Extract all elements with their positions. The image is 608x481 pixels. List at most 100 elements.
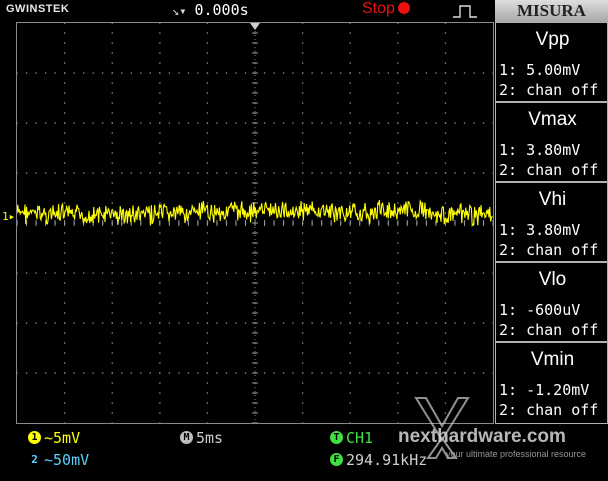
grid-dot — [340, 172, 342, 174]
measure-vmax[interactable]: Vmax 1: 3.80mV 2: chan off — [495, 102, 608, 182]
grid-dot — [35, 122, 37, 124]
grid-dot — [73, 122, 75, 124]
grid-dot — [444, 172, 447, 174]
grid-dot — [349, 412, 351, 414]
grid-dot — [111, 92, 113, 94]
ch2-scale-readout[interactable]: 2 ~50mV — [28, 451, 89, 469]
grid-dot — [302, 102, 304, 104]
grid-dot — [111, 152, 113, 154]
grid-dot — [368, 322, 370, 324]
grid-dot — [206, 332, 209, 334]
grid-dot — [349, 172, 351, 174]
grid-dot — [444, 232, 447, 234]
grid-dot — [263, 122, 266, 124]
grid-dot — [159, 62, 161, 64]
grid-dot — [235, 122, 237, 124]
grid-dot — [121, 372, 123, 374]
grid-dot — [435, 72, 437, 74]
grid-dot — [444, 92, 447, 94]
grid-dot — [206, 282, 209, 284]
grid-dot — [225, 122, 228, 124]
grid-dot — [92, 72, 94, 74]
trigger-position-marker[interactable] — [250, 23, 260, 30]
grid-dot — [349, 312, 351, 314]
grid-dot — [64, 322, 66, 324]
grid-dot — [216, 172, 218, 174]
measure-vpp[interactable]: Vpp 1: 5.00mV 2: chan off — [495, 22, 608, 102]
grid-dot — [197, 172, 199, 174]
grid-dot — [244, 372, 247, 374]
waveform-display[interactable] — [16, 22, 494, 424]
grid-dot — [111, 132, 113, 134]
grid-dot — [473, 372, 475, 374]
grid-dot — [159, 192, 161, 194]
grid-dot — [206, 82, 209, 84]
grid-dot — [397, 242, 399, 244]
grid-dot — [206, 152, 209, 154]
grid-dot — [206, 362, 209, 364]
grid-dot — [64, 262, 66, 264]
grid-dot — [178, 122, 180, 124]
grid-dot — [282, 272, 285, 274]
measure-panel-title[interactable]: MISURA — [495, 0, 608, 22]
measure-vlo[interactable]: Vlo 1: -600uV 2: chan off — [495, 262, 608, 342]
measure-ch1-value: 1: -1.20mV — [499, 381, 590, 399]
grid-dot — [92, 272, 94, 274]
grid-dot — [311, 322, 313, 324]
grid-dot — [64, 82, 66, 84]
grid-dot — [311, 172, 313, 174]
grid-dot — [235, 322, 237, 324]
grid-dot — [159, 342, 161, 344]
grid-dot — [111, 342, 113, 344]
grid-dot — [149, 272, 151, 274]
measure-label: Vhi — [538, 189, 567, 210]
grid-dot — [397, 112, 399, 114]
grid-dot — [454, 372, 456, 374]
grid-dot — [111, 172, 113, 174]
grid-dot — [444, 202, 447, 204]
grid-dot — [159, 162, 161, 164]
trigger-source-readout[interactable]: T CH1 — [330, 429, 373, 447]
grid-dot — [444, 252, 447, 254]
grid-dot — [73, 72, 75, 74]
grid-dot — [302, 312, 304, 314]
grid-dot — [482, 322, 485, 324]
grid-dot — [130, 172, 132, 174]
measure-vhi[interactable]: Vhi 1: 3.80mV 2: chan off — [495, 182, 608, 262]
ch1-ground-marker[interactable]: 1▸ — [2, 210, 15, 223]
grid-dot — [273, 372, 275, 374]
grid-dot — [397, 142, 399, 144]
grid-dot — [111, 32, 113, 34]
grid-dot — [206, 162, 209, 164]
grid-dot — [244, 322, 247, 324]
grid-dot — [159, 402, 161, 404]
grid-dot — [311, 272, 313, 274]
grid-dot — [111, 42, 113, 44]
watermark-subtext: your ultimate professional resource — [446, 449, 587, 459]
grid-dot — [206, 372, 209, 374]
grid-dot — [302, 382, 304, 384]
measure-vmin[interactable]: Vmin 1: -1.20mV 2: chan off — [495, 342, 608, 424]
grid-dot — [44, 172, 47, 174]
grid-dot — [130, 72, 132, 74]
grid-dot — [64, 152, 66, 154]
grid-dot — [454, 72, 456, 74]
grid-dot — [111, 322, 113, 324]
grid-dot — [397, 23, 399, 24]
grid-dot — [111, 402, 113, 404]
grid-dot — [397, 132, 399, 134]
grid-dot — [302, 352, 304, 354]
grid-dot — [473, 322, 475, 324]
ch1-scale-readout[interactable]: 1 ~5mV — [28, 429, 80, 447]
grid-dot — [121, 72, 123, 74]
grid-dot — [206, 102, 209, 104]
grid-dot — [25, 172, 28, 174]
timebase-readout[interactable]: M 5ms — [180, 429, 223, 447]
grid-dot — [159, 202, 161, 204]
grid-dot — [444, 382, 447, 384]
trigger-delay-readout[interactable]: ↘▾ 0.000s — [172, 1, 249, 19]
run-stop-status[interactable]: Stop — [362, 0, 410, 18]
grid-dot — [473, 272, 475, 274]
grid-dot — [159, 242, 161, 244]
grid-dot — [35, 372, 37, 374]
